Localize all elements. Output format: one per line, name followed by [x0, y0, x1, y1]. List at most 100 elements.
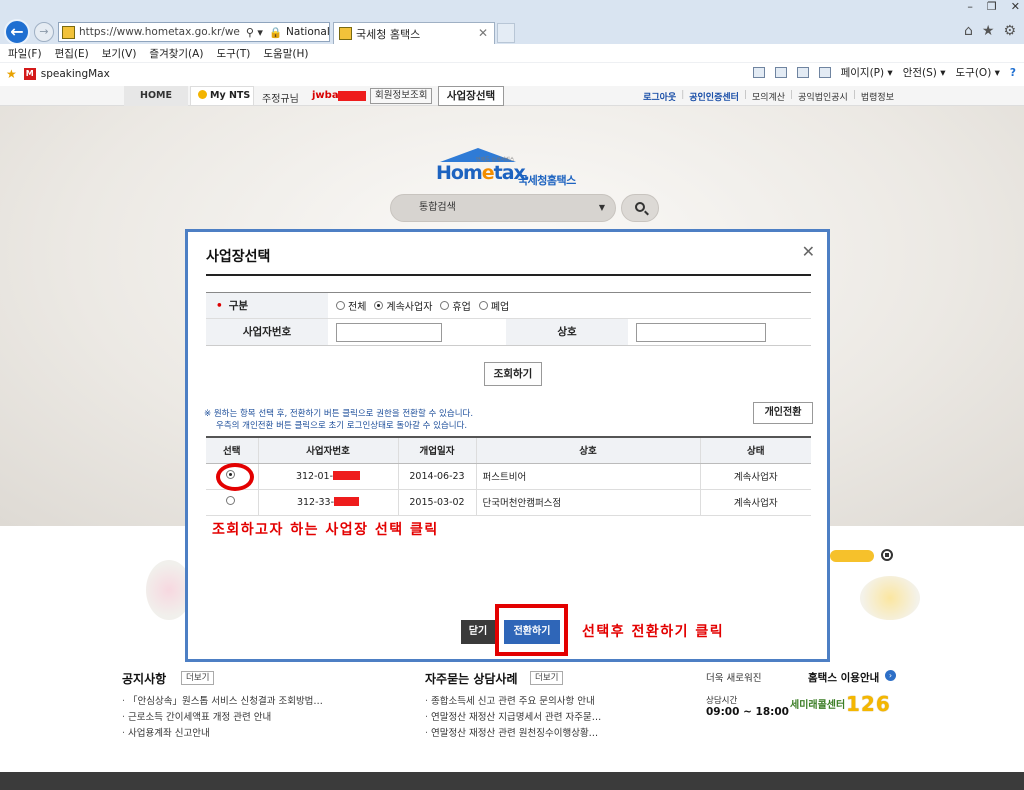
col-open-date: 개업일자 — [397, 436, 476, 464]
radio-continuing[interactable] — [374, 301, 384, 310]
site-identity[interactable]: National Ta... — [286, 26, 329, 38]
menu-help[interactable]: 도움말(H) — [263, 46, 308, 61]
notice-more-button[interactable]: 더보기 — [181, 671, 215, 685]
notice-list: 「안심상속」원스톱 서비스 신청결과 조회방법… 근로소득 간이세액표 개정 관… — [122, 694, 323, 742]
chevron-right-icon[interactable]: › — [885, 670, 896, 681]
open-date-cell: 2015-03-02 — [397, 489, 476, 516]
menu-edit[interactable]: 편집(E) — [55, 46, 89, 61]
home-icon[interactable]: ⌂ — [964, 23, 973, 39]
utility-links: 로그아웃 | 공인인증센터 | 모의계산 | 공익법인공시 | 법령정보 — [643, 90, 894, 103]
search-label: 통합검색 — [419, 202, 456, 213]
print-icon[interactable] — [818, 67, 831, 78]
mock-calc-link[interactable]: 모의계산 — [752, 90, 785, 103]
public-corp-link[interactable]: 공익법인공시 — [798, 90, 848, 103]
member-info-button[interactable]: 회원정보조회 — [370, 88, 433, 104]
close-window-icon[interactable]: ✕ — [1011, 0, 1020, 13]
favorite-speakingmax[interactable]: speakingMax — [41, 68, 110, 80]
info-section: 공지사항 더보기 「안심상속」원스톱 서비스 신청결과 조회방법… 근로소득 간… — [0, 658, 1024, 768]
radio-label: 폐업 — [490, 302, 510, 313]
col-select: 선택 — [206, 436, 258, 464]
separator: | — [681, 90, 685, 100]
status-cell: 계속사업자 — [699, 463, 811, 490]
callcenter-label: 세미래콜센터 — [790, 700, 846, 711]
menu-tools[interactable]: 도구(T) — [216, 46, 250, 61]
restore-icon[interactable]: ❐ — [987, 0, 997, 13]
company-name-label: 상호 — [506, 319, 628, 345]
list-item[interactable]: 연말정산 재정산 관련 원천징수이행상황… — [425, 726, 601, 742]
nav-home[interactable]: HOME — [124, 86, 188, 106]
mail-icon[interactable] — [796, 67, 809, 78]
tab-favicon-icon — [339, 27, 352, 40]
minimize-icon[interactable]: – — [967, 0, 973, 13]
company-name-input[interactable] — [636, 322, 766, 342]
faq-list: 종합소득세 신고 관련 주요 문의사항 안내 연말정산 재정산 지급명세서 관련… — [425, 694, 601, 742]
cmd-page[interactable]: 페이지(P) ▾ — [841, 65, 893, 80]
menu-favorites[interactable]: 즐겨찾기(A) — [149, 46, 203, 61]
select-cell — [206, 489, 258, 516]
radio-label: 계속사업자 — [386, 302, 433, 313]
radio-all[interactable] — [336, 301, 345, 310]
hometax-guide-link[interactable]: 홈택스 이용안내 — [808, 670, 879, 685]
faq-more-button[interactable]: 더보기 — [530, 671, 564, 685]
hometax-logo[interactable]: 언제든 실세서비스 Hometax. 국세청홈택스 — [436, 148, 596, 188]
inquiry-button[interactable]: 조회하기 — [484, 362, 542, 386]
close-button[interactable]: 닫기 — [461, 620, 495, 644]
personal-switch-button[interactable]: 개인전환 — [753, 402, 813, 424]
home-page-icon[interactable] — [752, 67, 765, 78]
logo-korean: 국세청홈택스 — [518, 174, 576, 187]
footer-bar — [0, 772, 1024, 790]
list-item[interactable]: 「안심상속」원스톱 서비스 신청결과 조회방법… — [122, 694, 323, 710]
business-select-button[interactable]: 사업장선택 — [438, 86, 504, 106]
search-form: • 구분 전체 계속사업자 휴업 폐업 사업자번호 상호 — [206, 292, 811, 346]
list-item[interactable]: 종합소득세 신고 관련 주요 문의사항 안내 — [425, 694, 601, 710]
feeds-icon[interactable] — [774, 67, 787, 78]
search-icon-handle — [644, 210, 649, 216]
dialog-title: 사업장선택 — [206, 249, 271, 265]
row-radio[interactable] — [225, 496, 235, 505]
table-row[interactable]: 312-01- 2014-06-23 퍼스트비어 계속사업자 — [206, 463, 811, 490]
law-info-link[interactable]: 법령정보 — [861, 90, 894, 103]
search-button[interactable] — [621, 194, 659, 222]
list-item[interactable]: 근로소득 간이세액표 개정 관련 안내 — [122, 710, 323, 726]
address-bar[interactable]: https://www.hometax.go.kr/we ⚲ ▾ 🔒 Natio… — [58, 22, 330, 42]
notice-line-1: ※ 원하는 항목 선택 후, 전환하기 버튼 클릭으로 권한을 전환할 수 있습… — [204, 409, 474, 419]
menu-view[interactable]: 보기(V) — [102, 46, 137, 61]
browser-tab[interactable]: 국세청 홈택스 ✕ — [333, 22, 495, 44]
col-bizno: 사업자번호 — [257, 436, 398, 464]
settings-gear-icon[interactable]: ⚙ — [1003, 23, 1016, 39]
table-row[interactable]: 312-33- 2015-03-02 단국머천안캠퍼스점 계속사업자 — [206, 489, 811, 516]
cert-center-link[interactable]: 공인인증센터 — [689, 90, 739, 103]
integrated-search-select[interactable]: 통합검색 ▼ — [390, 194, 616, 222]
radio-suspended[interactable] — [440, 301, 450, 310]
favorites-star-icon[interactable]: ★ — [982, 23, 995, 39]
close-icon[interactable]: ✕ — [802, 242, 815, 261]
lock-icon[interactable]: 🔒 — [269, 26, 282, 39]
search-dropdown-icon[interactable]: ⚲ ▾ — [246, 26, 263, 39]
tab-close-icon[interactable]: ✕ — [478, 26, 488, 40]
stop-icon[interactable] — [881, 549, 893, 561]
back-arrow-icon[interactable]: ← — [4, 19, 30, 45]
radio-closed[interactable] — [478, 301, 488, 310]
faq-title: 자주묻는 상담사례 — [425, 672, 518, 686]
new-tab-button[interactable] — [497, 23, 515, 43]
tab-title: 국세청 홈택스 — [356, 27, 421, 41]
help-icon[interactable]: ? — [1010, 67, 1016, 79]
radio-label: 전체 — [348, 302, 367, 313]
cmd-tools[interactable]: 도구(O) ▾ — [956, 65, 1000, 80]
list-item[interactable]: 연말정산 재정산 지급명세서 관련 자주묻… — [425, 710, 601, 726]
cmd-safety[interactable]: 안전(S) ▾ — [903, 65, 946, 80]
callcenter-number: 126 — [846, 692, 891, 716]
menu-file[interactable]: 파일(F) — [8, 46, 42, 61]
site-favicon-icon — [62, 25, 75, 39]
form-row-bizno: 사업자번호 상호 — [206, 319, 811, 345]
banner-progress — [830, 550, 874, 562]
favorites-add-icon[interactable]: ★ — [6, 67, 17, 81]
type-radio-group: 전체 계속사업자 휴업 폐업 — [328, 293, 517, 318]
forward-arrow-icon[interactable]: → — [34, 22, 54, 42]
bizno-input[interactable] — [336, 322, 442, 342]
company-name-cell: 퍼스트비어 — [475, 463, 700, 490]
logout-link[interactable]: 로그아웃 — [643, 90, 676, 103]
consult-hours: 09:00 ~ 18:00 — [706, 706, 789, 718]
nav-mynts[interactable]: My NTS — [190, 86, 254, 106]
list-item[interactable]: 사업용계좌 신고안내 — [122, 726, 323, 742]
